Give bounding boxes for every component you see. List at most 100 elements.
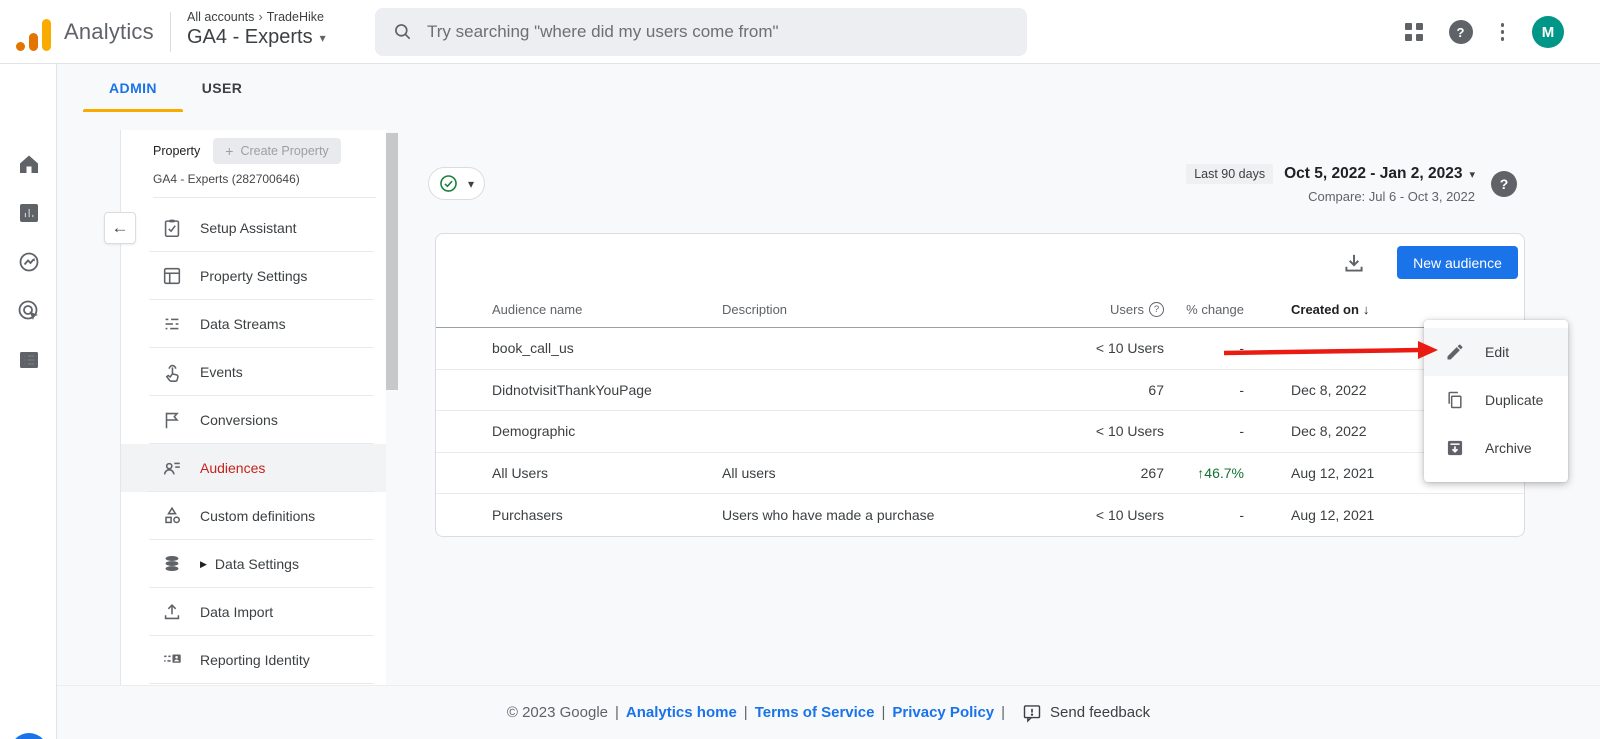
send-feedback-button[interactable]: Send feedback [1022,703,1150,723]
footer-link-terms-of-service[interactable]: Terms of Service [755,704,875,721]
check-circle-icon [440,175,457,192]
help-icon[interactable]: ? [1448,20,1473,44]
page-footer: © 2023 Google | Analytics home | Terms o… [57,685,1600,739]
created-value: Aug 12, 2021 [1291,507,1375,524]
tab-admin[interactable]: ADMIN [83,80,183,112]
breadcrumb[interactable]: All accounts › TradeHike [187,9,326,24]
audience-name[interactable]: DidnotvisitThankYouPage [492,382,722,398]
explore-icon [19,252,39,272]
column-header-audience-name[interactable]: Audience name [492,302,722,317]
reporting-identity-icon [164,654,181,663]
sidebar-item-audiences[interactable]: Audiences [121,444,386,492]
table-row-book-call-us[interactable]: book_call_us < 10 Users - [436,328,1524,370]
sidebar-item-events[interactable]: Events [121,348,386,396]
change-value: ↑46.7% [1197,465,1244,482]
duplicate-icon [1448,391,1462,409]
admin-gear-button[interactable]: ⚙ [10,733,48,739]
table-row-all-users[interactable]: All Users All users 267 ↑46.7% Aug 12, 2… [436,453,1524,495]
setup-assistant-icon [164,219,180,238]
footer-link-privacy-policy[interactable]: Privacy Policy [892,704,994,721]
custom-definitions-icon [165,506,181,524]
sort-desc-icon: ↓ [1362,301,1370,317]
audience-description: All users [722,465,776,482]
sidebar-item-data-settings[interactable]: ▶ Data Settings [121,540,386,588]
sidebar-item-home[interactable] [16,151,42,177]
users-value: < 10 Users [1095,340,1164,357]
collapse-panel-button[interactable]: ← [104,212,136,244]
scrollbar-thumb[interactable] [386,133,398,390]
analytics-logo[interactable]: Analytics [14,12,164,52]
feedback-icon [1023,704,1041,723]
audience-table-header: Audience name Description Users ? % chan… [436,291,1524,328]
help-icon[interactable]: ? [1491,171,1517,197]
breadcrumb-account[interactable]: TradeHike [267,10,324,24]
advertising-target-icon [18,300,38,320]
property-selector[interactable]: GA4 - Experts ▾ [187,26,326,49]
bar-chart-icon [20,204,38,222]
menu-item-duplicate[interactable]: Duplicate [1424,376,1568,424]
plus-icon: + [225,143,234,159]
change-value: - [1239,381,1244,398]
property-settings-list: Setup Assistant Property Settings Data S… [121,204,386,684]
account-breadcrumb: All accounts › TradeHike GA4 - Experts ▾ [187,9,326,49]
column-header-description[interactable]: Description [722,302,1042,317]
change-value: - [1239,507,1244,524]
top-app-bar: Analytics All accounts › TradeHike GA4 - E… [0,0,1600,64]
column-header-percent-change[interactable]: % change [1164,302,1244,317]
column-header-users[interactable]: Users ? [1042,301,1164,317]
library-list-icon [20,352,38,368]
menu-item-edit[interactable]: Edit [1424,328,1568,376]
menu-item-archive[interactable]: Archive [1424,424,1568,472]
date-range-picker[interactable]: Last 90 days Oct 5, 2022 - Jan 2, 2023 ▾… [1050,164,1475,204]
users-value: < 10 Users [1095,423,1164,440]
table-row-demographic[interactable]: Demographic < 10 Users - Dec 8, 2022 [436,411,1524,453]
sidebar-item-explore[interactable] [16,249,42,275]
google-analytics-logo-icon [14,12,56,52]
sidebar-item-data-import[interactable]: Data Import [121,588,386,636]
ga4-admin-screen: Analytics All accounts › TradeHike GA4 - E… [0,0,1600,739]
audience-name[interactable]: All Users [492,465,722,481]
google-apps-grid-icon[interactable] [1404,23,1423,41]
sidebar-item-data-streams[interactable]: Data Streams [121,300,386,348]
current-property-name: GA4 - Experts (282700646) [153,172,300,186]
data-settings-icon [165,556,179,572]
back-arrow-icon: ← [111,218,129,237]
expand-caret-icon[interactable]: ▶ [200,559,207,570]
audience-name[interactable]: book_call_us [492,340,722,356]
download-button[interactable] [1341,250,1367,276]
chevron-right-icon: › [258,9,263,24]
tab-user[interactable]: USER [190,80,254,96]
sidebar-item-setup-assistant[interactable]: Setup Assistant [121,204,386,252]
audience-name[interactable]: Demographic [492,423,722,439]
new-audience-button[interactable]: New audience [1397,246,1518,279]
sidebar-item-reports[interactable] [16,200,42,226]
global-search-bar[interactable] [375,8,1027,56]
breadcrumb-all-accounts[interactable]: All accounts [187,10,254,24]
product-name: Analytics [64,19,154,44]
divider [153,197,376,198]
footer-link-analytics-home[interactable]: Analytics home [626,704,737,721]
create-property-button[interactable]: + Create Property [213,138,341,164]
property-column: Property + Create Property GA4 - Experts… [120,130,386,685]
more-vertical-icon[interactable] [1497,19,1509,45]
audience-name[interactable]: Purchasers [492,507,722,523]
sidebar-item-custom-definitions[interactable]: Custom definitions [121,492,386,540]
sidebar-item-conversions[interactable]: Conversions [121,396,386,444]
search-input[interactable] [427,22,1009,42]
sidebar-item-property-settings[interactable]: Property Settings [121,252,386,300]
data-status-dropdown[interactable]: ▾ [428,167,485,200]
change-value: - [1239,340,1244,357]
archive-icon [1447,440,1463,456]
table-row-didnotvisitthankyoupage[interactable]: DidnotvisitThankYouPage 67 - Dec 8, 2022 [436,370,1524,412]
sidebar-item-library[interactable] [16,347,42,373]
sidebar-item-reporting-identity[interactable]: Reporting Identity [121,636,386,684]
avatar[interactable]: M [1532,16,1564,48]
date-range-value: Oct 5, 2022 - Jan 2, 2023 [1284,165,1463,182]
divider [170,12,171,52]
sidebar-item-advertising[interactable] [16,298,42,324]
date-range-badge: Last 90 days [1186,164,1274,184]
question-tooltip-icon[interactable]: ? [1149,301,1164,317]
table-row-purchasers[interactable]: Purchasers Users who have made a purchas… [436,494,1524,536]
column-header-created-on[interactable]: Created on ↓ [1244,302,1524,317]
audiences-icon [163,462,180,475]
